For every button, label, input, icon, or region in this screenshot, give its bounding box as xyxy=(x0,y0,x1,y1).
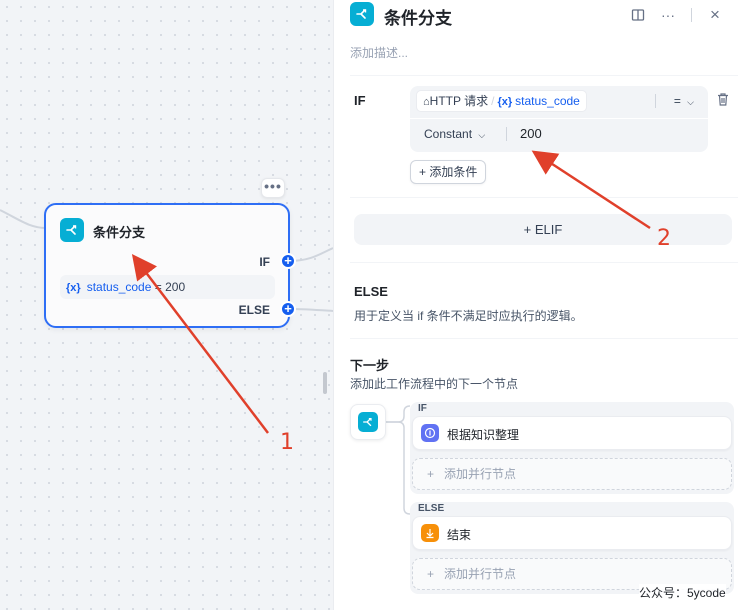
if-else-node[interactable]: 条件分支 IF {x} status_code = 200 ELSE xyxy=(44,203,290,328)
node-title: 条件分支 xyxy=(93,225,146,240)
plus-icon: + xyxy=(427,567,435,581)
panel-resize-handle[interactable] xyxy=(323,372,327,394)
condition-operator: = xyxy=(154,280,162,294)
node-config-panel: 条件分支 ··· × 添加描述... IF ⌂HTTP 请求 / {x} status… xyxy=(333,0,738,610)
annotation-label-1: 1 xyxy=(280,430,294,455)
next-node-label: 结束 xyxy=(447,528,472,542)
end-icon xyxy=(421,524,439,542)
else-handle-plus-icon[interactable]: + xyxy=(280,301,296,317)
branch-icon xyxy=(358,412,378,432)
if-branch: IF 根据知识整理 + 添加并行节点 xyxy=(410,402,734,494)
condition-value: 200 xyxy=(165,280,186,294)
node-more-button[interactable]: ••• xyxy=(261,178,285,198)
next-node-label: 根据知识整理 xyxy=(447,428,520,442)
node-else-label: ELSE xyxy=(238,303,270,317)
add-parallel-label: 添加并行节点 xyxy=(444,567,517,581)
current-node-icon xyxy=(350,404,386,440)
incoming-edge xyxy=(0,209,47,229)
knowledge-icon xyxy=(421,424,439,442)
node-if-label: IF xyxy=(259,255,270,269)
condition-variable: status_code xyxy=(86,280,152,294)
if-handle-plus-icon[interactable]: + xyxy=(280,253,296,269)
plus-icon: + xyxy=(427,467,435,481)
next-node-item[interactable]: 结束 xyxy=(412,516,732,550)
add-parallel-label: 添加并行节点 xyxy=(444,467,517,481)
variable-icon: {x} xyxy=(66,282,81,294)
else-branch: ELSE 结束 + 添加并行节点 xyxy=(410,502,734,594)
else-edge xyxy=(289,308,333,312)
workflow-canvas[interactable]: ••• 条件分支 IF {x} status_code = 200 ELSE + … xyxy=(0,0,333,610)
add-parallel-node-button[interactable]: + 添加并行节点 xyxy=(412,458,732,490)
next-node-item[interactable]: 根据知识整理 xyxy=(412,416,732,450)
branch-label: IF xyxy=(418,403,427,414)
if-edge xyxy=(289,247,333,262)
branch-label: ELSE xyxy=(418,503,445,514)
node-condition: {x} status_code = 200 xyxy=(60,275,275,299)
watermark: 公众号：5ycode xyxy=(639,584,726,601)
branch-icon xyxy=(60,218,84,242)
annotation-label-2: 2 xyxy=(657,226,671,251)
